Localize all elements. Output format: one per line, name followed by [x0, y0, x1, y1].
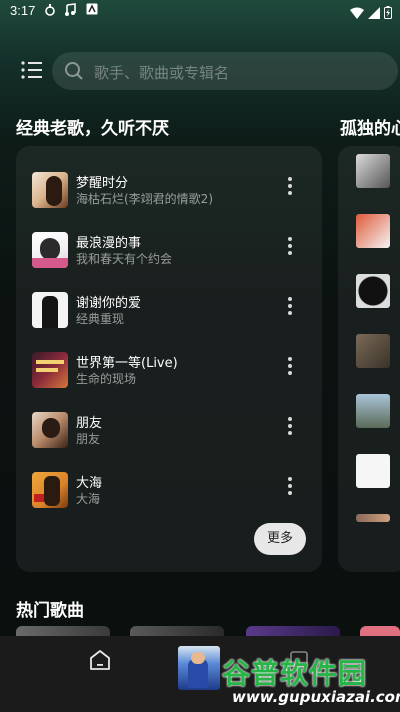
song-subtitle: 经典重现: [76, 312, 125, 326]
section-title-classic: 经典老歌，久听不厌: [16, 119, 169, 139]
album-cover[interactable]: [356, 454, 390, 488]
now-playing-cover[interactable]: [178, 646, 220, 690]
search-input[interactable]: 歌手、歌曲或专辑名: [52, 52, 398, 90]
home-icon[interactable]: [88, 648, 112, 672]
watermark-url-text: www.gupuxiazai.com: [232, 688, 400, 706]
status-bar: 3:17: [0, 0, 400, 24]
section-title-lonely: 孤独的心: [340, 119, 400, 139]
playlist-card-lonely: [338, 146, 400, 572]
album-cover: [32, 232, 68, 268]
album-cover[interactable]: [356, 514, 390, 522]
album-cover[interactable]: [356, 154, 390, 188]
song-subtitle: 海枯石烂(李翊君的情歌2): [76, 192, 213, 206]
song-row[interactable]: 梦醒时分 海枯石烂(李翊君的情歌2): [16, 170, 322, 214]
search-placeholder: 歌手、歌曲或专辑名: [94, 64, 230, 82]
album-cover: [32, 292, 68, 328]
watermark-logo: 谷普软件园 www.gupuxiazai.com: [222, 652, 400, 710]
watermark-main-text: 谷普软件园: [222, 657, 368, 690]
song-title: 最浪漫的事: [76, 236, 142, 251]
more-options-icon[interactable]: [282, 354, 298, 382]
album-cover: [32, 472, 68, 508]
song-title: 大海: [76, 476, 103, 491]
album-cover: [32, 412, 68, 448]
battery-icon: [384, 4, 392, 23]
song-title: 谢谢你的爱: [76, 296, 142, 311]
album-cover: [32, 172, 68, 208]
song-subtitle: 大海: [76, 492, 101, 506]
status-icons: [350, 4, 392, 23]
more-options-icon[interactable]: [282, 474, 298, 502]
song-row[interactable]: 最浪漫的事 我和春天有个约会: [16, 230, 322, 274]
notification-icon: [44, 3, 56, 20]
section-title-hot: 热门歌曲: [16, 601, 84, 621]
status-time: 3:17: [10, 3, 36, 18]
song-row[interactable]: 朋友 朋友: [16, 410, 322, 454]
menu-button[interactable]: [20, 60, 44, 80]
album-cover[interactable]: [356, 334, 390, 368]
more-options-icon[interactable]: [282, 294, 298, 322]
song-row[interactable]: 大海 大海: [16, 470, 322, 514]
music-note-icon: [64, 3, 76, 20]
song-row[interactable]: 谢谢你的爱 经典重现: [16, 290, 322, 334]
wifi-icon: [350, 4, 364, 23]
song-title: 梦醒时分: [76, 176, 129, 191]
playlist-card-classic: 梦醒时分 海枯石烂(李翊君的情歌2) 最浪漫的事 我和春天有个约会 谢谢你的爱 …: [16, 146, 322, 572]
more-options-icon[interactable]: [282, 174, 298, 202]
app-notification-icon: [86, 3, 98, 18]
signal-icon: [368, 4, 380, 23]
album-cover[interactable]: [356, 274, 390, 308]
song-subtitle: 朋友: [76, 432, 101, 446]
album-cover: [32, 352, 68, 388]
song-title: 世界第一等(Live): [76, 356, 178, 371]
more-options-icon[interactable]: [282, 234, 298, 262]
song-subtitle: 我和春天有个约会: [76, 252, 173, 266]
song-title: 朋友: [76, 416, 103, 431]
more-button[interactable]: 更多: [254, 523, 306, 555]
list-menu-icon: [21, 61, 42, 79]
song-subtitle: 生命的现场: [76, 372, 137, 386]
album-cover[interactable]: [356, 394, 390, 428]
more-options-icon[interactable]: [282, 414, 298, 442]
song-row[interactable]: 世界第一等(Live) 生命的现场: [16, 350, 322, 394]
search-icon: [64, 61, 84, 85]
album-cover[interactable]: [356, 214, 390, 248]
